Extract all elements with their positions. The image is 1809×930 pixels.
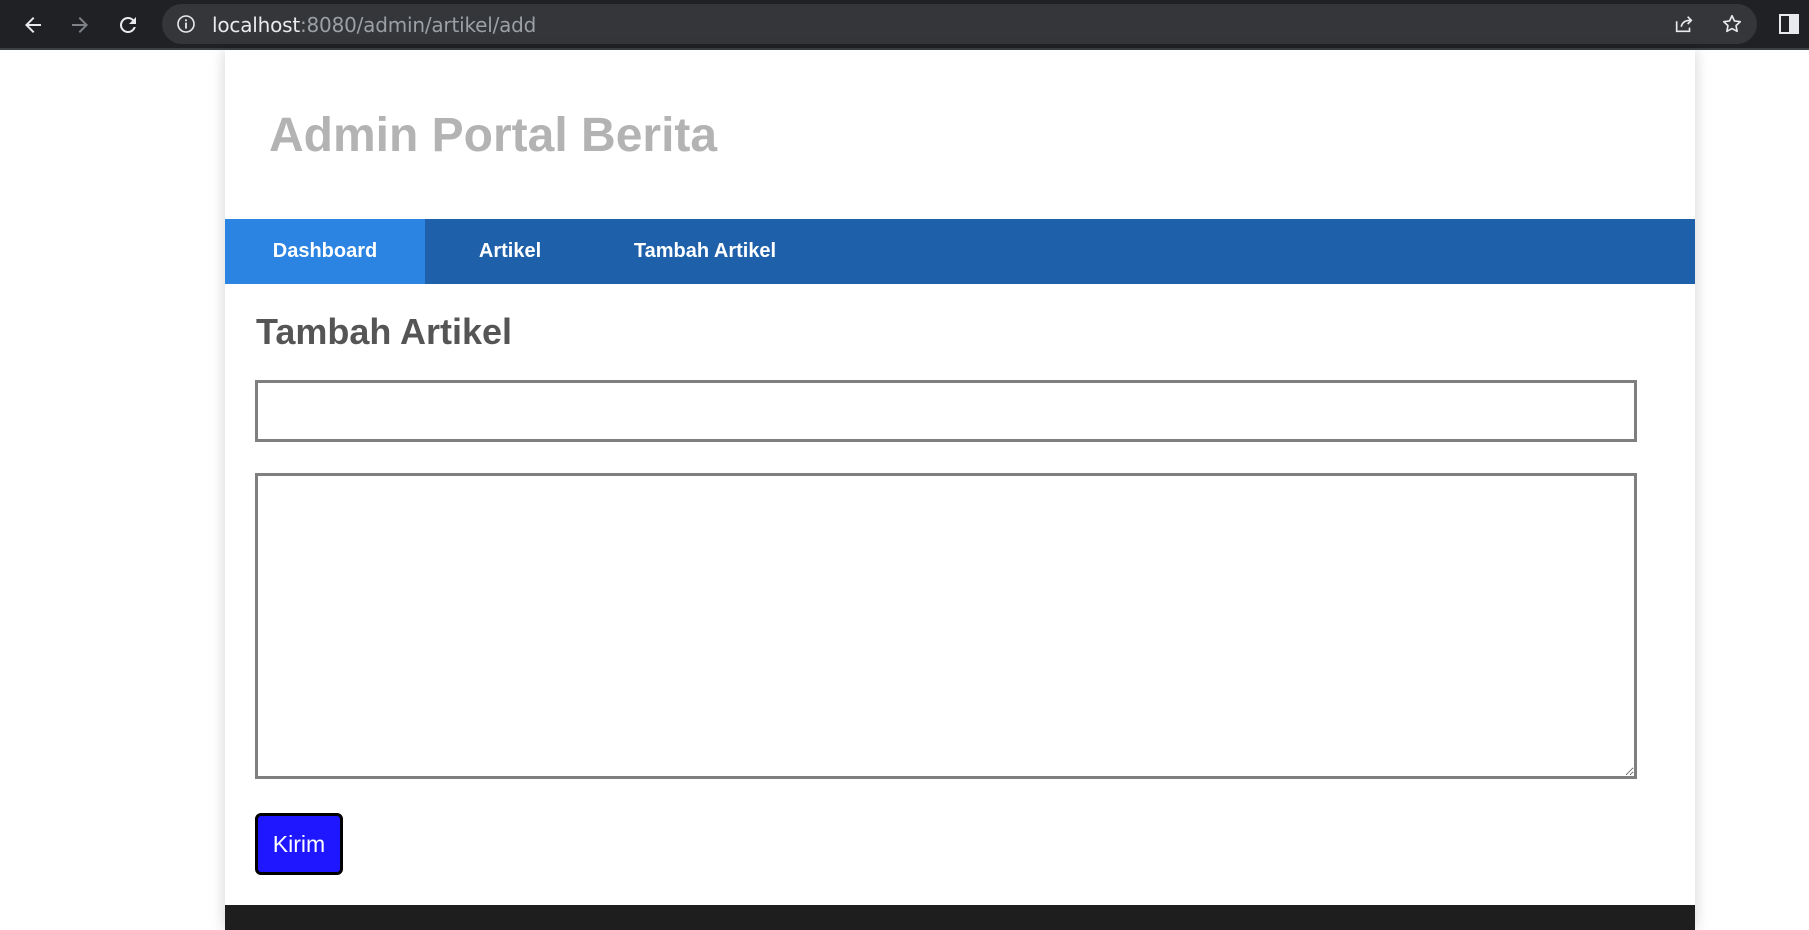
back-icon	[25, 17, 41, 33]
nav-item-dashboard[interactable]: Dashboard	[225, 219, 425, 284]
url-host: localhost	[212, 13, 300, 37]
submit-button[interactable]: Kirim	[255, 813, 343, 875]
content-textarea[interactable]	[255, 473, 1637, 779]
info-icon[interactable]	[176, 14, 196, 34]
forward-button[interactable]	[61, 6, 99, 44]
reload-icon	[119, 16, 136, 33]
url-path: :8080/admin/artikel/add	[299, 13, 537, 37]
page-container: Admin Portal Berita Dashboard Artikel Ta…	[225, 50, 1695, 930]
nav-item-artikel[interactable]: Artikel	[425, 219, 595, 284]
star-icon[interactable]	[1721, 13, 1743, 35]
browser-toolbar: localhost:8080/admin/artikel/add	[0, 0, 1809, 50]
footer	[225, 905, 1695, 930]
url-text[interactable]: localhost:8080/admin/artikel/add	[212, 14, 536, 36]
page-heading: Tambah Artikel	[256, 311, 513, 352]
site-title: Admin Portal Berita	[269, 109, 718, 162]
side-panel-button[interactable]	[1776, 11, 1802, 37]
back-button[interactable]	[14, 6, 52, 44]
nav-item-tambah-artikel[interactable]: Tambah Artikel	[595, 219, 815, 284]
forward-icon	[72, 17, 88, 33]
side-panel-icon	[1779, 14, 1799, 34]
share-icon[interactable]	[1673, 13, 1695, 35]
address-bar[interactable]: localhost:8080/admin/artikel/add	[162, 4, 1757, 44]
reload-button[interactable]	[109, 6, 147, 44]
title-input[interactable]	[255, 380, 1637, 442]
main-navigation: Dashboard Artikel Tambah Artikel	[225, 219, 1695, 284]
